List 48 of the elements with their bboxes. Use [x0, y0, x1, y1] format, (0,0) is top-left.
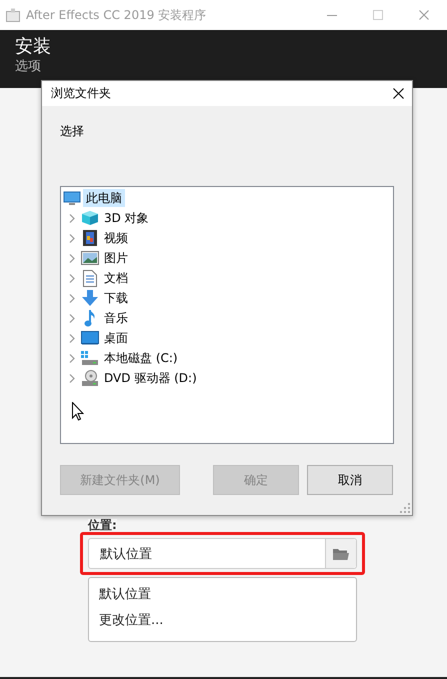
cursor-icon: [72, 402, 84, 421]
dropdown-option[interactable]: 默认位置: [99, 582, 151, 608]
browse-button[interactable]: [325, 539, 356, 568]
close-icon[interactable]: [393, 88, 404, 99]
tree-item[interactable]: 视频: [101, 229, 131, 247]
dvd-drive-icon: [81, 370, 99, 386]
dropdown-option[interactable]: 更改位置...: [99, 608, 164, 634]
tree-item[interactable]: DVD 驱动器 (D:): [101, 369, 200, 387]
folder-icon: [333, 548, 349, 560]
film-icon: [83, 230, 97, 246]
page-subtitle: 选项: [15, 58, 41, 76]
maximize-icon[interactable]: [373, 10, 383, 20]
resize-grip-icon[interactable]: [400, 503, 410, 513]
document-icon: [83, 270, 97, 286]
cube-icon: [81, 210, 99, 226]
tree-item[interactable]: 此电脑: [83, 189, 125, 207]
expand-chevron-icon[interactable]: [69, 274, 75, 282]
installer-app-icon: [6, 8, 20, 22]
tree-item[interactable]: 本地磁盘 (C:): [101, 349, 181, 367]
expand-chevron-icon[interactable]: [69, 214, 75, 222]
dialog-title: 浏览文件夹: [51, 85, 111, 102]
window-title: After Effects CC 2019 安装程序: [26, 6, 208, 24]
expand-chevron-icon[interactable]: [69, 234, 75, 242]
expand-chevron-icon[interactable]: [69, 374, 75, 382]
dropdown-value: 默认位置: [99, 546, 153, 564]
tree-item[interactable]: 音乐: [101, 309, 131, 327]
tree-item[interactable]: 桌面: [101, 329, 131, 347]
tree-item[interactable]: 图片: [101, 249, 131, 267]
image-icon: [81, 251, 99, 265]
expand-chevron-icon[interactable]: [69, 354, 75, 362]
page-title: 安装: [15, 36, 51, 58]
computer-icon: [63, 190, 81, 206]
expand-chevron-icon[interactable]: [69, 294, 75, 302]
location-label: 位置:: [88, 519, 117, 532]
tree-item[interactable]: 下载: [101, 289, 131, 307]
desktop-icon: [81, 331, 99, 345]
minimize-icon[interactable]: [327, 14, 337, 16]
drive-icon: [81, 350, 99, 366]
expand-chevron-icon[interactable]: [69, 314, 75, 322]
tree-item[interactable]: 文档: [101, 269, 131, 287]
music-icon: [84, 310, 96, 326]
dialog-button[interactable]: 取消: [307, 465, 393, 495]
prompt-label: 选择: [60, 123, 84, 140]
expand-chevron-icon[interactable]: [69, 334, 75, 342]
expand-chevron-icon[interactable]: [69, 254, 75, 262]
download-icon: [82, 290, 98, 306]
location-dropdown[interactable]: 默认位置: [88, 538, 357, 569]
tree-item[interactable]: 3D 对象: [101, 209, 152, 227]
